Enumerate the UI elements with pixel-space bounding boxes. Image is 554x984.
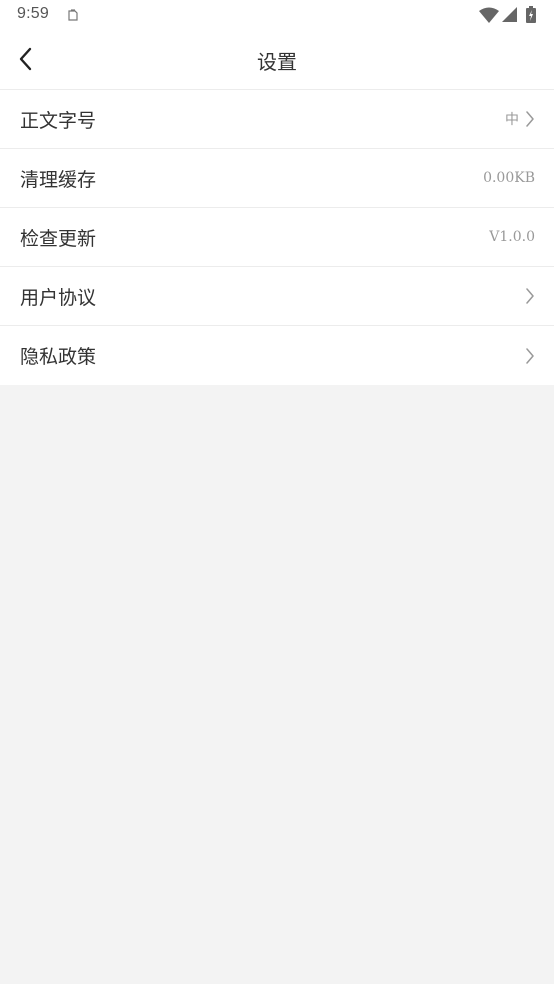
nav-bar: 设置	[0, 30, 554, 90]
settings-list: 正文字号 中 清理缓存 0.00KB 检查更新 V1.0.0 用户协议 隐私政策	[0, 90, 554, 385]
chevron-right-icon	[526, 347, 534, 364]
settings-item-value: 0.00KB	[483, 170, 535, 186]
settings-item-right: 0.00KB	[483, 170, 535, 186]
signal-icon	[502, 7, 517, 22]
settings-item-label: 正文字号	[20, 109, 97, 132]
settings-item-user-agreement[interactable]: 用户协议	[0, 267, 554, 326]
status-bar: 9:59	[0, 0, 554, 30]
settings-item-value: 中	[505, 112, 519, 128]
settings-item-label: 检查更新	[20, 227, 97, 250]
settings-item-label: 清理缓存	[20, 168, 97, 191]
settings-item-value: V1.0.0	[489, 229, 535, 245]
chevron-right-icon	[526, 288, 534, 304]
settings-item-check-update[interactable]: 检查更新 V1.0.0	[0, 208, 554, 267]
settings-item-right: 中	[505, 109, 535, 129]
status-time: 9:59	[17, 5, 49, 22]
settings-item-right	[525, 288, 535, 304]
settings-item-font-size[interactable]: 正文字号 中	[0, 90, 554, 149]
settings-item-clear-cache[interactable]: 清理缓存 0.00KB	[0, 149, 554, 208]
settings-item-privacy-policy[interactable]: 隐私政策	[0, 326, 554, 385]
settings-item-right: V1.0.0	[489, 229, 535, 245]
page-title: 设置	[257, 50, 297, 74]
chevron-right-icon	[526, 111, 534, 127]
wifi-icon	[479, 7, 499, 23]
clipboard-icon	[68, 9, 78, 21]
settings-item-label: 隐私政策	[20, 346, 97, 368]
battery-icon	[526, 6, 536, 23]
settings-item-label: 用户协议	[20, 286, 97, 309]
settings-item-right	[525, 347, 535, 364]
